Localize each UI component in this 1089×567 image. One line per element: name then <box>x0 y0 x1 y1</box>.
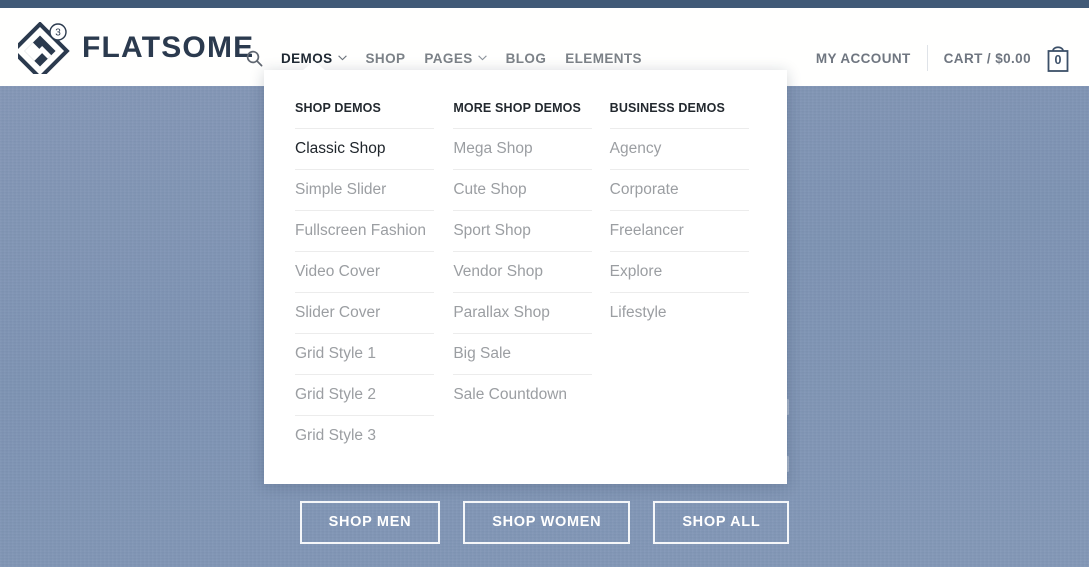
nav-item-elements-label: ELEMENTS <box>565 50 642 66</box>
secondary-navigation: MY ACCOUNT CART / $0.00 0 <box>816 38 1073 78</box>
nav-item-shop[interactable]: SHOP <box>366 51 406 66</box>
dropdown-column-more-shop-demos: MORE SHOP DEMOS Mega Shop Cute Shop Spor… <box>453 101 609 456</box>
dropdown-caret-icon <box>303 61 325 70</box>
dropdown-columns: SHOP DEMOS Classic Shop Simple Slider Fu… <box>295 101 767 456</box>
shop-men-button[interactable]: SHOP MEN <box>299 501 441 544</box>
demos-mega-dropdown: SHOP DEMOS Classic Shop Simple Slider Fu… <box>264 61 787 484</box>
shopping-bag-icon[interactable]: 0 <box>1043 41 1073 75</box>
top-accent-bar <box>0 0 1089 8</box>
dropdown-item-explore[interactable]: Explore <box>609 251 749 292</box>
shop-all-button[interactable]: SHOP ALL <box>653 501 790 544</box>
nav-item-shop-label: SHOP <box>365 50 406 66</box>
dropdown-column-shop-demos: SHOP DEMOS Classic Shop Simple Slider Fu… <box>295 101 453 456</box>
my-account-link[interactable]: MY ACCOUNT <box>816 51 911 66</box>
dropdown-item-grid-style-1[interactable]: Grid Style 1 <box>295 333 434 374</box>
dropdown-item-parallax-shop[interactable]: Parallax Shop <box>453 292 593 333</box>
chevron-down-icon <box>337 55 347 61</box>
dropdown-item-lifestyle[interactable]: Lifestyle <box>609 292 749 333</box>
chevron-down-icon <box>477 55 487 61</box>
dropdown-item-grid-style-2[interactable]: Grid Style 2 <box>295 374 434 415</box>
dropdown-item-fullscreen-fashion[interactable]: Fullscreen Fashion <box>295 210 434 251</box>
dropdown-item-freelancer[interactable]: Freelancer <box>609 210 749 251</box>
dropdown-item-corporate[interactable]: Corporate <box>609 169 749 210</box>
nav-item-elements[interactable]: ELEMENTS <box>565 51 642 66</box>
dropdown-column-business-demos: BUSINESS DEMOS Agency Corporate Freelanc… <box>609 101 767 456</box>
cart-total-link[interactable]: CART / $0.00 <box>944 51 1031 66</box>
dropdown-item-video-cover[interactable]: Video Cover <box>295 251 434 292</box>
dropdown-item-sport-shop[interactable]: Sport Shop <box>453 210 593 251</box>
column-heading: MORE SHOP DEMOS <box>453 101 582 115</box>
logo-badge-number: 3 <box>55 28 61 39</box>
dropdown-item-grid-style-3[interactable]: Grid Style 3 <box>295 415 434 456</box>
column-heading: SHOP DEMOS <box>295 101 382 115</box>
page-root: 3 FLATSOME DEMOS SHOP PAGES BLOG ELEMENT… <box>0 0 1089 567</box>
nav-item-blog[interactable]: BLOG <box>506 51 547 66</box>
dropdown-item-agency[interactable]: Agency <box>609 128 749 169</box>
logo-text: FLATSOME <box>82 31 255 64</box>
shop-women-button[interactable]: SHOP WOMEN <box>463 501 631 544</box>
nav-item-pages[interactable]: PAGES <box>424 50 487 66</box>
dropdown-item-vendor-shop[interactable]: Vendor Shop <box>453 251 593 292</box>
dropdown-item-cute-shop[interactable]: Cute Shop <box>453 169 593 210</box>
nav-divider <box>926 45 928 71</box>
logo[interactable]: 3 FLATSOME <box>10 21 255 81</box>
search-icon[interactable] <box>246 50 263 67</box>
cart-count-badge: 0 <box>1054 53 1062 67</box>
dropdown-item-sale-countdown[interactable]: Sale Countdown <box>453 374 593 415</box>
dropdown-item-mega-shop[interactable]: Mega Shop <box>453 128 593 169</box>
dropdown-item-big-sale[interactable]: Big Sale <box>453 333 593 374</box>
column-heading: BUSINESS DEMOS <box>609 101 725 115</box>
hero-button-group: SHOP MEN SHOP WOMEN SHOP ALL <box>0 501 1089 544</box>
dropdown-item-slider-cover[interactable]: Slider Cover <box>295 292 434 333</box>
dropdown-item-classic-shop[interactable]: Classic Shop <box>295 128 434 169</box>
nav-item-blog-label: BLOG <box>505 50 547 66</box>
dropdown-item-simple-slider[interactable]: Simple Slider <box>295 169 434 210</box>
diamond-f-icon: 3 <box>10 21 74 81</box>
nav-item-pages-label: PAGES <box>424 50 473 66</box>
